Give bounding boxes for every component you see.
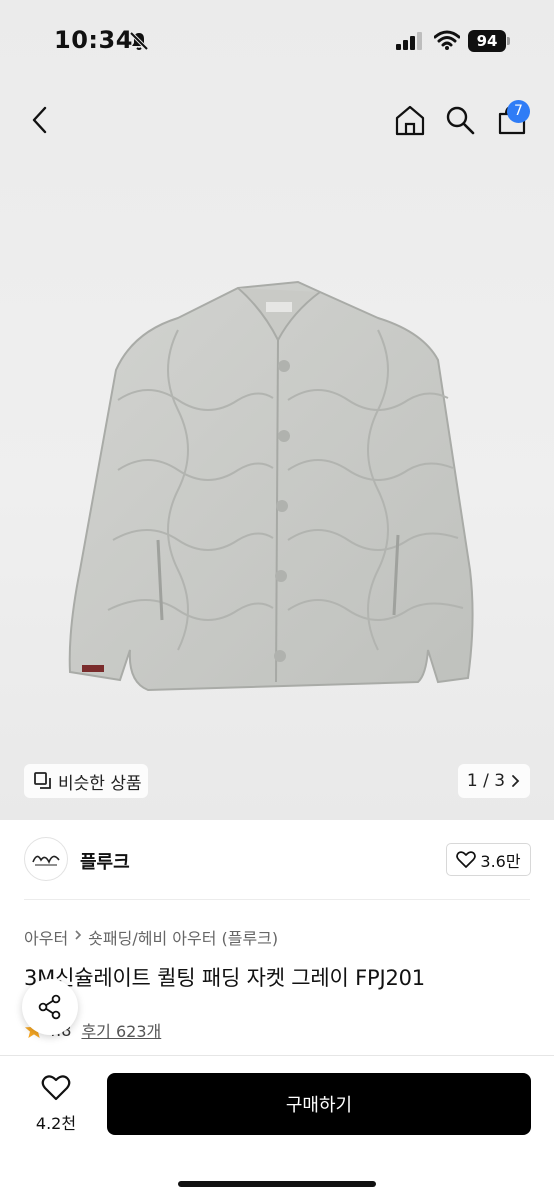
wifi-icon: [433, 30, 461, 54]
image-pager[interactable]: 1 / 3: [458, 764, 530, 798]
search-icon: [446, 106, 475, 135]
home-button[interactable]: [388, 98, 432, 142]
breadcrumb-level2[interactable]: 숏패딩/헤비 아우터 (플루크): [88, 925, 278, 949]
home-icon: [395, 105, 425, 136]
bottom-bar-divider: [0, 1055, 554, 1056]
share-icon: [38, 994, 61, 1020]
divider: [24, 899, 530, 900]
back-button[interactable]: [18, 98, 62, 142]
bell-muted-icon: [128, 30, 150, 56]
chevron-right-icon: [512, 775, 520, 787]
breadcrumb-level1[interactable]: 아우터: [24, 925, 68, 949]
status-bar: 10:34 94: [0, 0, 554, 84]
wishlist-button[interactable]: 4.2천: [24, 1074, 88, 1134]
heart-icon: [41, 1075, 71, 1101]
home-indicator: [178, 1181, 376, 1187]
buy-button[interactable]: 구매하기: [107, 1073, 531, 1135]
copy-icon: [34, 772, 51, 789]
signal-icon: [396, 32, 424, 54]
review-link[interactable]: 후기 623개: [81, 1018, 161, 1042]
product-image: [58, 270, 498, 704]
chevron-left-icon: [32, 106, 47, 134]
brand-name[interactable]: 플루크: [80, 848, 130, 874]
status-time: 10:34: [54, 26, 133, 54]
heart-icon: [456, 850, 477, 868]
wishlist-count: 4.2천: [35, 1114, 77, 1133]
similar-products-label: 비슷한 상품: [58, 773, 142, 794]
brand-like-count: 3.6만: [480, 851, 521, 871]
breadcrumb: 아우터 숏패딩/헤비 아우터 (플루크): [24, 925, 278, 949]
chevron-right-icon: [74, 929, 82, 945]
brand-logo[interactable]: [24, 837, 68, 881]
battery-tip: [507, 37, 510, 45]
product-image-gallery[interactable]: 10:34 94 7 비슷한 상품 1 / 3: [0, 0, 554, 820]
battery-indicator: 94: [468, 30, 506, 52]
similar-products-button[interactable]: 비슷한 상품: [24, 764, 148, 798]
share-button[interactable]: [22, 979, 78, 1035]
search-button[interactable]: [438, 98, 482, 142]
cart-badge: 7: [507, 100, 530, 123]
pager-text: 1 / 3: [466, 771, 506, 791]
brand-like-button[interactable]: 3.6만: [446, 843, 531, 876]
product-title: 3M신슐레이트 퀼팅 패딩 자켓 그레이 FPJ201: [24, 966, 425, 990]
